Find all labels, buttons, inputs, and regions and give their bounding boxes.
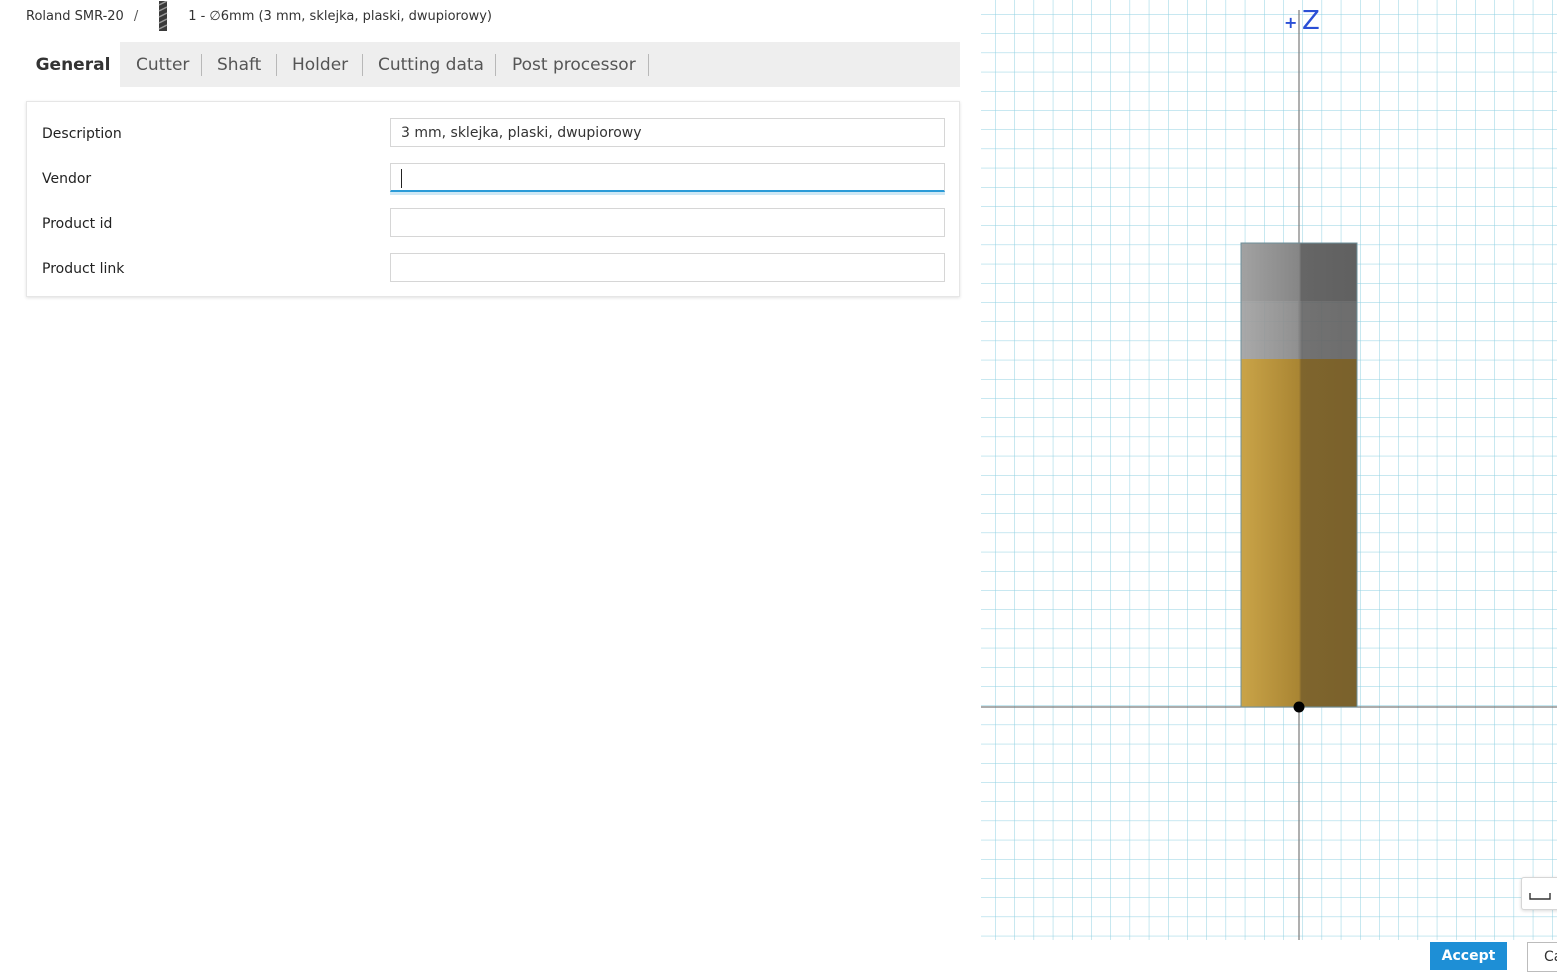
vendor-input[interactable] [390, 163, 945, 192]
tab-cutter[interactable]: Cutter [136, 42, 189, 87]
product-link-input[interactable] [390, 253, 945, 282]
shaft-shape [1241, 301, 1357, 359]
tool-preview-viewport[interactable]: + Z [981, 0, 1557, 940]
product-link-label: Product link [42, 261, 125, 277]
tab-bar: General Cutter Shaft Holder Cutting data… [26, 42, 960, 87]
tab-general[interactable]: General [26, 42, 120, 87]
tab-divider [648, 54, 649, 76]
product-id-input[interactable] [390, 208, 945, 237]
tab-post-processor[interactable]: Post processor [512, 42, 636, 87]
description-input[interactable] [390, 118, 945, 147]
tab-divider [495, 54, 496, 76]
holder-shape [1241, 243, 1357, 301]
tab-cutting-data[interactable]: Cutting data [378, 42, 484, 87]
cancel-button[interactable]: Ca [1527, 942, 1557, 972]
accept-button[interactable]: Accept [1430, 942, 1507, 970]
breadcrumb-machine[interactable]: Roland SMR-20 [26, 9, 124, 24]
end-mill-icon [158, 1, 168, 31]
tab-divider [276, 54, 277, 76]
tab-shaft[interactable]: Shaft [217, 42, 261, 87]
z-axis-label: Z [1302, 6, 1320, 36]
breadcrumb-tool: 1 - ∅6mm (3 mm, sklejka, plaski, dwupior… [188, 8, 492, 24]
general-form-panel: Description Vendor Product id Product li… [26, 101, 960, 297]
cutter-shape [1241, 359, 1357, 707]
view-cube-icon [1529, 893, 1551, 900]
vendor-label: Vendor [42, 171, 92, 187]
tab-holder[interactable]: Holder [292, 42, 348, 87]
z-axis-sign: + [1284, 13, 1298, 32]
tool-preview-canvas [981, 0, 1557, 940]
breadcrumb: Roland SMR-20 / 1 - ∅6mm (3 mm, sklejka,… [26, 0, 492, 32]
view-options-button[interactable] [1521, 877, 1557, 910]
description-label: Description [42, 126, 122, 142]
breadcrumb-separator: / [133, 8, 139, 24]
tab-divider [362, 54, 363, 76]
text-caret [401, 169, 402, 188]
tab-divider [201, 54, 202, 76]
product-id-label: Product id [42, 216, 113, 232]
origin-point [1293, 701, 1305, 713]
